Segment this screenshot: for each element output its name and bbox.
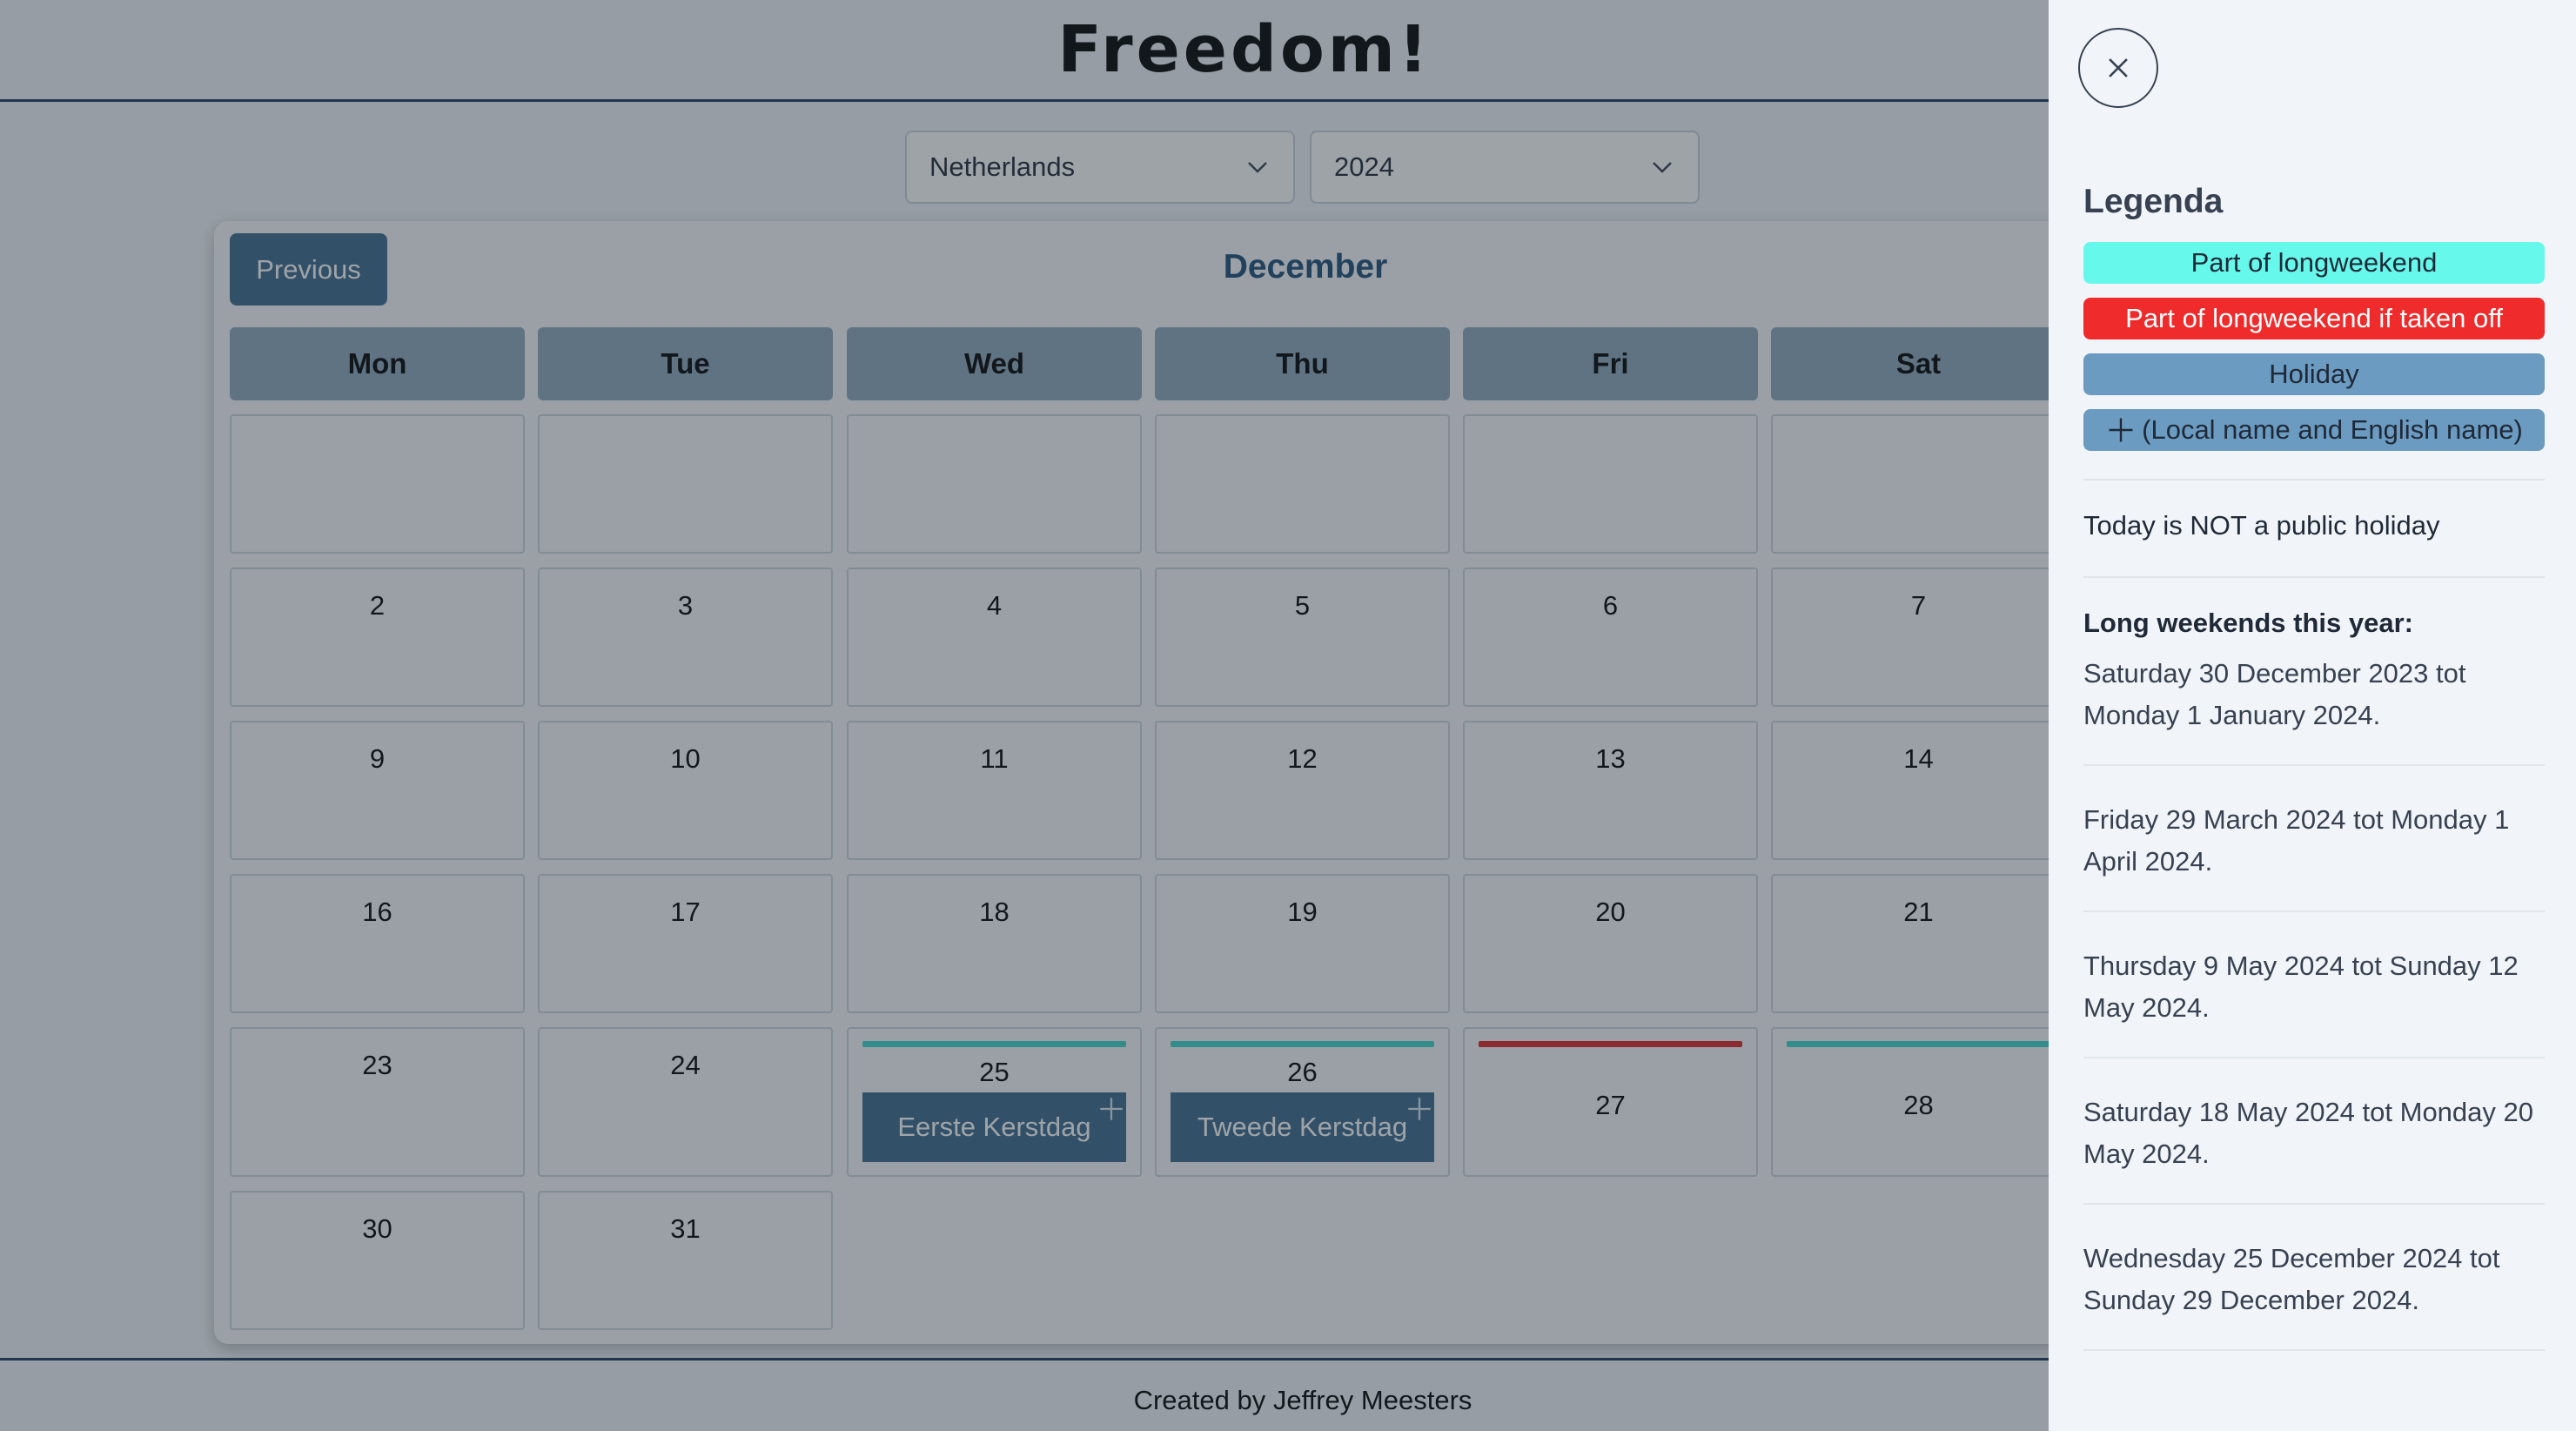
divider [2083,910,2545,912]
legend-taken-off: Part of longweekend if taken off [2083,298,2545,339]
divider [2083,1349,2545,1351]
legend-title: Legenda [2083,183,2224,220]
divider [2083,764,2545,766]
divider [2083,1057,2545,1058]
legend-local-name-label: (Local name and English name) [2142,414,2523,445]
long-weekend-item: Saturday 18 May 2024 tot Monday 20 May 2… [2083,1097,2533,1169]
legend-local-name: (Local name and English name) [2083,409,2545,451]
divider [2083,479,2545,480]
legend-holiday: Holiday [2083,353,2545,395]
long-weekends-title: Long weekends this year: [2083,608,2413,638]
close-icon [2109,58,2128,77]
long-weekend-item: Wednesday 25 December 2024 tot Sunday 29… [2083,1243,2500,1315]
plus-icon [2109,418,2133,442]
divider [2083,576,2545,578]
long-weekend-item: Friday 29 March 2024 tot Monday 1 April … [2083,804,2510,877]
close-panel-button[interactable] [2078,28,2158,108]
long-weekend-item: Thursday 9 May 2024 tot Sunday 12 May 20… [2083,951,2519,1023]
long-weekend-item: Saturday 30 December 2023 tot Monday 1 J… [2083,658,2466,730]
divider [2083,1203,2545,1205]
legend-longweekend: Part of longweekend [2083,242,2545,284]
today-status: Today is NOT a public holiday [2083,510,2440,541]
